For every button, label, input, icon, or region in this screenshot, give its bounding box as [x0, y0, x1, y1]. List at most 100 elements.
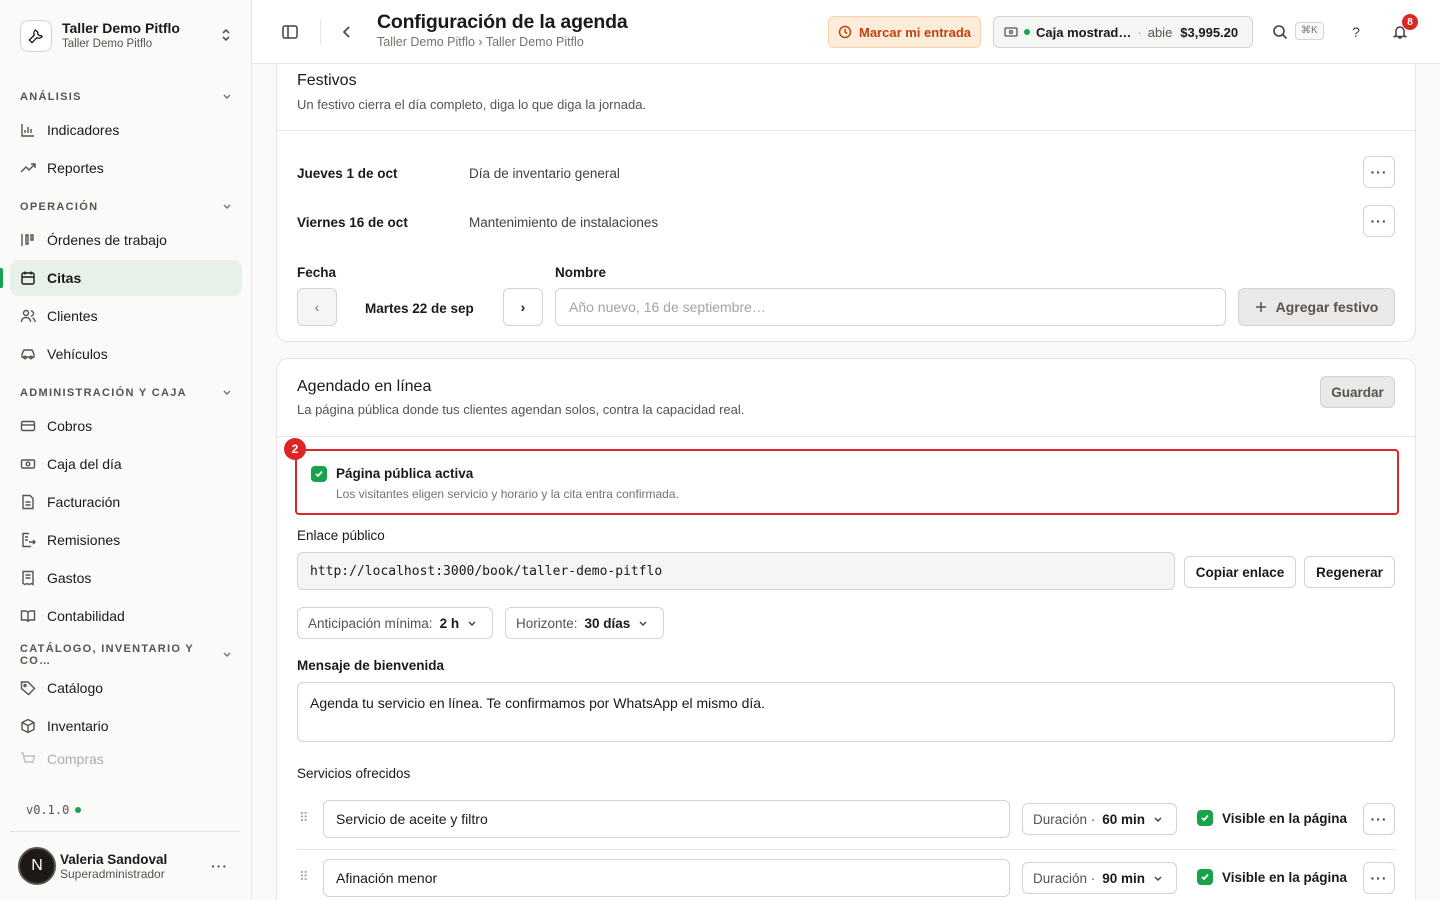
plus-icon: [1255, 302, 1266, 312]
sidebar: Taller Demo Pitflo Taller Demo Pitflo AN…: [0, 0, 252, 900]
min-advance-select[interactable]: Anticipación mínima: 2 h: [297, 607, 493, 639]
active-page-description: Los visitantes eligen servicio y horario…: [336, 487, 679, 501]
sidebar-item-indicadores[interactable]: Indicadores: [10, 112, 242, 148]
help-icon[interactable]: ?: [1344, 20, 1368, 44]
sidebar-item-facturacion[interactable]: Facturación: [10, 484, 242, 520]
sidebar-item-contabilidad[interactable]: Contabilidad: [10, 598, 242, 634]
back-icon[interactable]: [335, 20, 359, 44]
sidebar-item-label: Citas: [47, 270, 82, 286]
service-more-button[interactable]: ···: [1363, 862, 1395, 894]
cash-amount: $3,995.20: [1180, 24, 1239, 40]
drag-handle-icon[interactable]: ⠿: [299, 869, 308, 885]
search-icon[interactable]: [1268, 20, 1292, 44]
sidebar-item-citas[interactable]: Citas: [0, 260, 242, 296]
section-admin[interactable]: ADMINISTRACIÓN Y CAJA: [10, 380, 242, 406]
active-page-checkbox[interactable]: [311, 466, 327, 482]
section-analysis-title: ANÁLISIS: [20, 91, 82, 103]
sidebar-item-label: Remisiones: [47, 532, 121, 548]
service-name-input[interactable]: Servicio de aceite y filtro: [323, 800, 1010, 838]
regenerate-link-button[interactable]: Regenerar: [1304, 556, 1395, 588]
credit-card-icon: [20, 418, 36, 434]
drag-handle-icon[interactable]: ⠿: [299, 810, 308, 826]
prev-date-button[interactable]: ‹: [297, 288, 337, 326]
section-analysis[interactable]: ANÁLISIS: [10, 84, 242, 110]
sidebar-item-gastos[interactable]: Gastos: [10, 560, 242, 596]
section-catalog[interactable]: CATÁLOGO, INVENTARIO Y CO…: [10, 642, 242, 668]
search-shortcut: ⌘K: [1295, 22, 1324, 40]
add-holiday-button[interactable]: Agregar festivo: [1238, 288, 1395, 326]
check-icon: [315, 470, 323, 478]
sidebar-item-label: Reportes: [47, 160, 104, 176]
sidebar-item-label: Inventario: [47, 718, 109, 734]
next-date-button[interactable]: ›: [503, 288, 543, 326]
cash-icon: [1004, 27, 1018, 37]
sidebar-item-compras[interactable]: Compras: [10, 746, 242, 772]
copy-link-button[interactable]: Copiar enlace: [1184, 556, 1296, 588]
file-text-icon: [20, 494, 36, 510]
holiday-name: Día de inventario general: [469, 166, 620, 181]
clock-in-button[interactable]: Marcar mi entrada: [828, 16, 981, 48]
online-booking-card: Agendado en línea La página pública dond…: [276, 358, 1416, 900]
check-icon: [1201, 873, 1209, 881]
more-horizontal-icon[interactable]: ···: [211, 858, 228, 874]
welcome-label: Mensaje de bienvenida: [297, 658, 445, 673]
sidebar-item-remisiones[interactable]: Remisiones: [10, 522, 242, 558]
holiday-more-button[interactable]: ···: [1363, 205, 1395, 237]
service-name-input[interactable]: Afinación menor: [323, 859, 1010, 897]
online-title: Agendado en línea: [297, 378, 432, 395]
sidebar-item-label: Gastos: [47, 570, 92, 586]
breadcrumb: Taller Demo Pitflo › Taller Demo Pitflo: [377, 35, 584, 49]
cash-register-selector[interactable]: Caja mostrad… · abie $3,995.20: [993, 16, 1253, 48]
holidays-title: Festivos: [297, 72, 357, 89]
file-export-icon: [20, 532, 36, 548]
sidebar-item-vehiculos[interactable]: Vehículos: [10, 336, 242, 372]
calendar-icon: [20, 270, 36, 286]
user-menu[interactable]: N Valeria Sandoval Superadministrador ··…: [10, 831, 240, 900]
org-subtitle: Taller Demo Pitflo: [62, 38, 153, 50]
user-role: Superadministrador: [60, 866, 165, 881]
chevron-down-icon: [222, 387, 232, 400]
wrench-icon: [20, 20, 52, 52]
users-icon: [20, 308, 36, 324]
toolbar-divider: [320, 20, 321, 44]
car-icon: [20, 346, 36, 362]
sidebar-item-caja[interactable]: Caja del día: [10, 446, 242, 482]
sidebar-item-catalogo[interactable]: Catálogo: [10, 670, 242, 706]
sidebar-item-clientes[interactable]: Clientes: [10, 298, 242, 334]
welcome-textarea[interactable]: Agenda tu servicio en línea. Te confirma…: [297, 682, 1395, 742]
sidebar-item-reportes[interactable]: Reportes: [10, 150, 242, 186]
service-visible-checkbox[interactable]: [1197, 869, 1213, 885]
sidebar-item-cobros[interactable]: Cobros: [10, 408, 242, 444]
service-visible-label: Visible en la página: [1222, 870, 1348, 885]
holiday-more-button[interactable]: ···: [1363, 156, 1395, 188]
sidebar-item-inventario[interactable]: Inventario: [10, 708, 242, 744]
shopping-cart-icon: [20, 751, 36, 767]
chevron-down-icon: [222, 649, 232, 662]
sidebar-toggle-icon[interactable]: [278, 20, 302, 44]
page-title: Configuración de la agenda: [377, 11, 628, 33]
service-visible-checkbox[interactable]: [1197, 810, 1213, 826]
holiday-name-input[interactable]: Año nuevo, 16 de septiembre…: [555, 288, 1226, 326]
service-duration-select[interactable]: Duración · 60 min: [1022, 803, 1177, 835]
active-page-highlight: [295, 449, 1399, 515]
duration-value: 90 min: [1102, 870, 1146, 886]
org-switcher[interactable]: Taller Demo Pitflo Taller Demo Pitflo: [12, 12, 240, 60]
service-more-button[interactable]: ···: [1363, 803, 1395, 835]
service-duration-select[interactable]: Duración · 90 min: [1022, 862, 1177, 894]
sidebar-item-ordenes[interactable]: Órdenes de trabajo: [10, 222, 242, 258]
org-name: Taller Demo Pitflo: [62, 20, 180, 36]
section-operation[interactable]: OPERACIÓN: [10, 194, 242, 220]
public-link-label: Enlace público: [297, 528, 385, 543]
public-link-field[interactable]: http://localhost:3000/book/taller-demo-p…: [297, 552, 1175, 590]
duration-key: Duración ·: [1033, 811, 1096, 827]
sidebar-item-label: Catálogo: [47, 680, 104, 696]
duration-value: 60 min: [1102, 811, 1146, 827]
horizon-select[interactable]: Horizonte: 30 días: [505, 607, 664, 639]
online-subtitle: La página pública donde tus clientes age…: [297, 402, 745, 417]
save-button[interactable]: Guardar: [1320, 376, 1395, 408]
duration-key: Duración ·: [1033, 870, 1096, 886]
services-label: Servicios ofrecidos: [297, 766, 411, 781]
clock-icon: [838, 25, 852, 39]
section-operation-title: OPERACIÓN: [20, 201, 99, 213]
banknote-icon: [20, 456, 36, 472]
